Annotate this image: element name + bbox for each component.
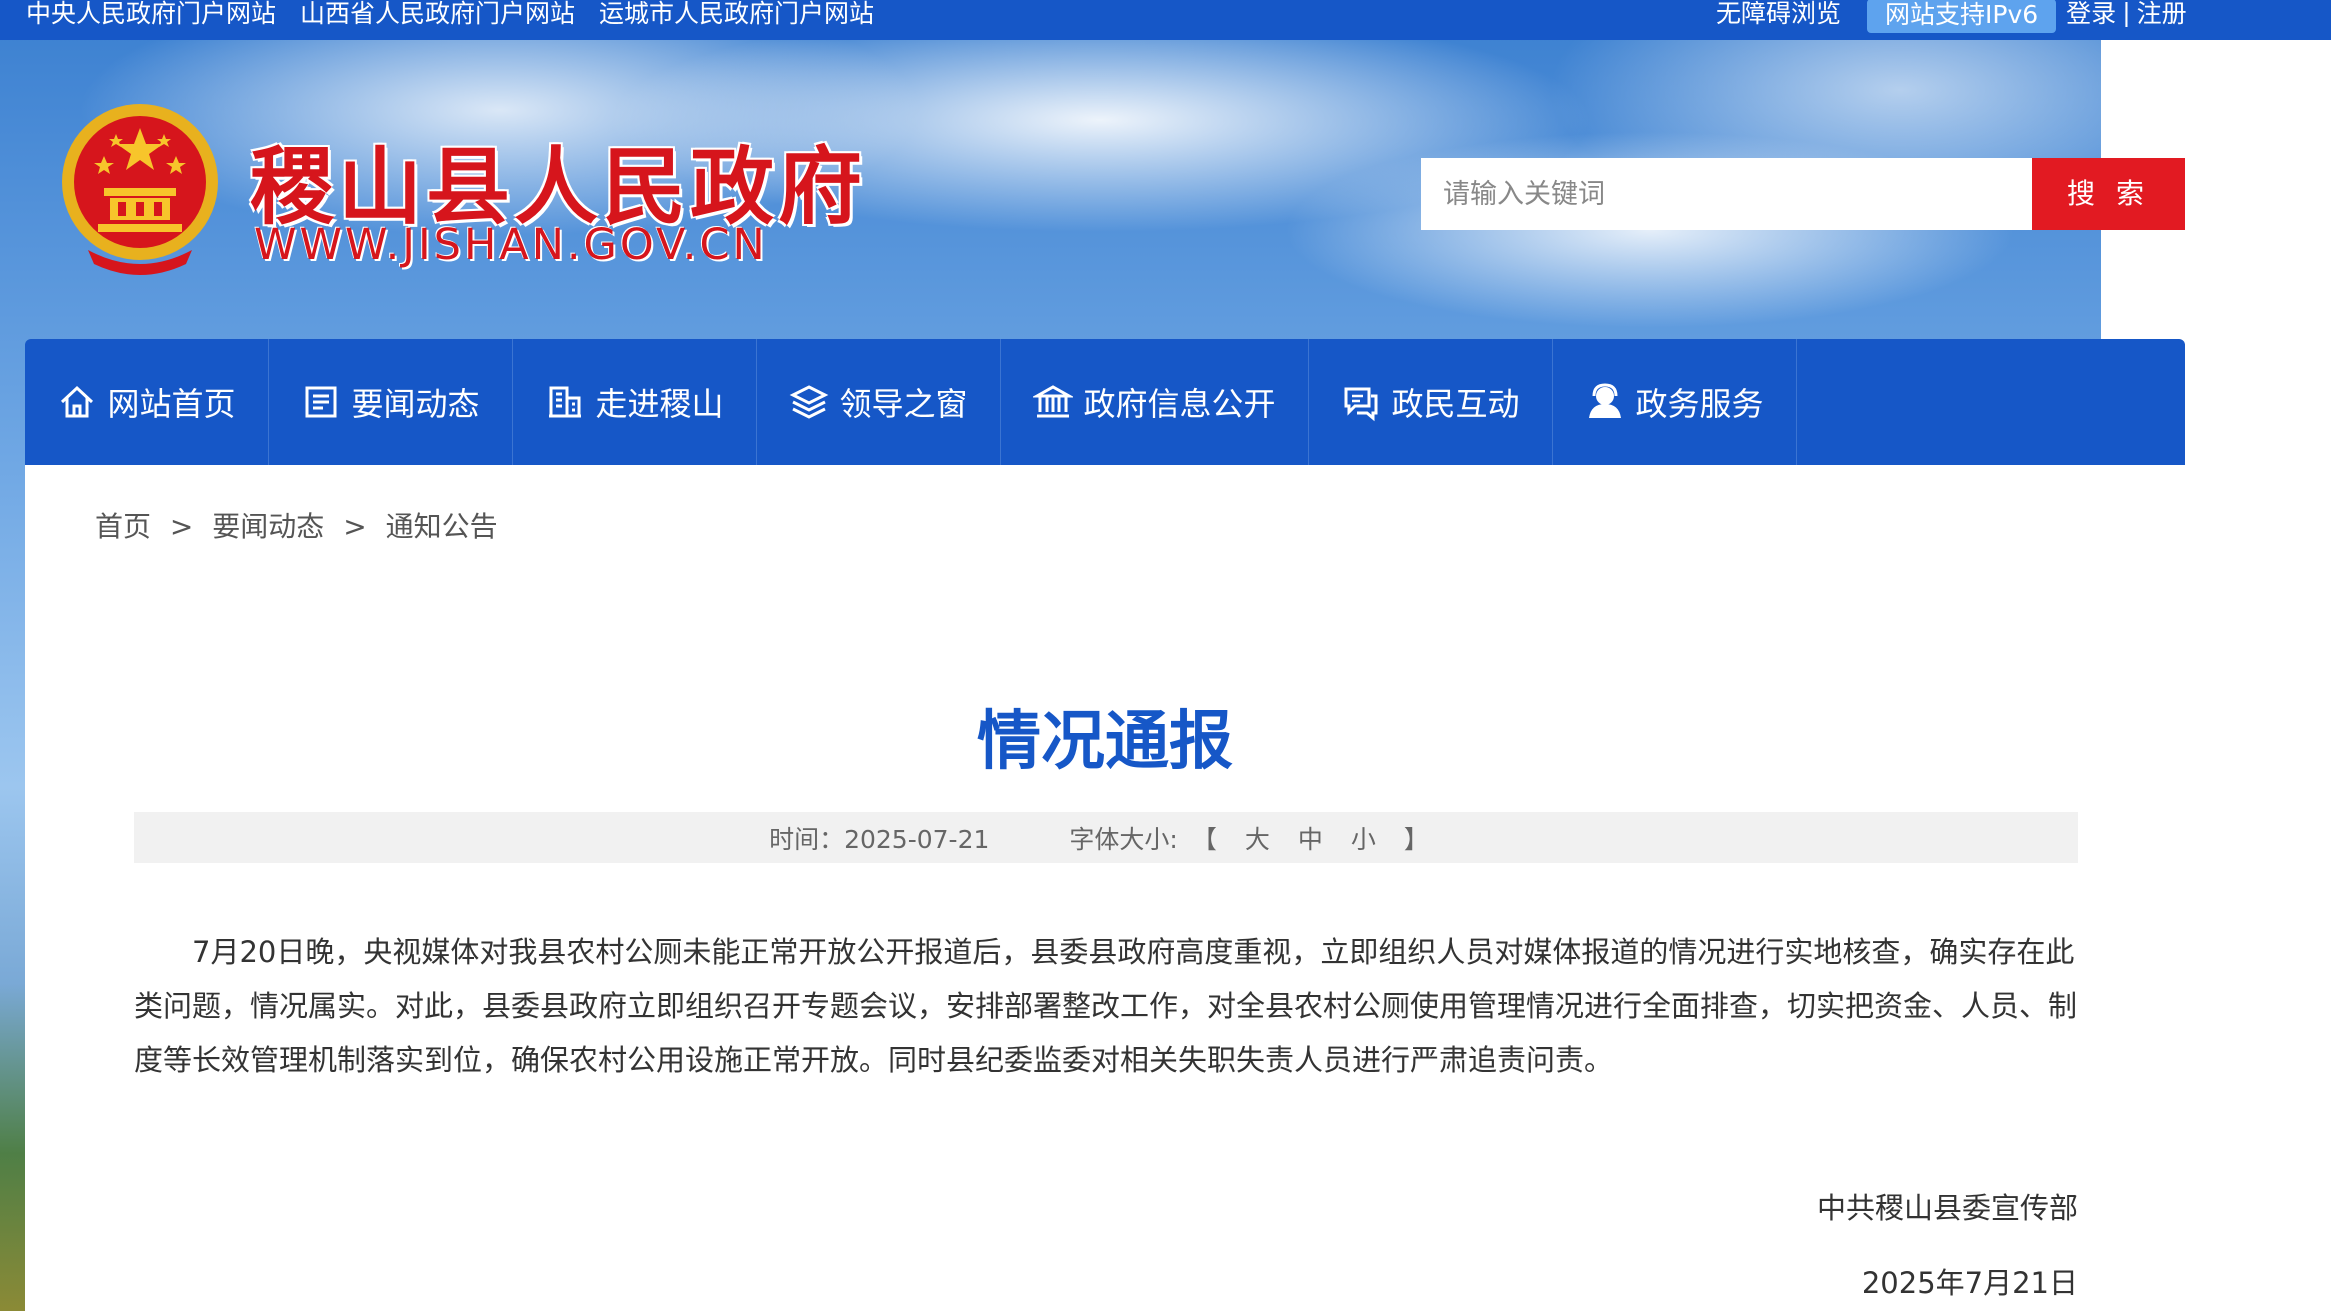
publish-time: 时间：2025-07-21 bbox=[769, 824, 990, 854]
content-panel: 首页 > 要闻动态 > 通知公告 情况通报 时间：2025-07-21 字体大小… bbox=[25, 465, 2185, 1311]
breadcrumb-separator: > bbox=[169, 510, 194, 543]
top-link-shanxi[interactable]: 山西省人民政府门户网站 bbox=[300, 0, 575, 30]
top-links: 中央人民政府门户网站 山西省人民政府门户网站 运城市人民政府门户网站 bbox=[26, 0, 874, 30]
nav-item-interaction[interactable]: 政民互动 bbox=[1309, 339, 1553, 465]
news-icon bbox=[305, 386, 337, 418]
main-nav: 网站首页 要闻动态 走进稷山 领导之窗 政府信息公开 政民互动 政务服务 bbox=[25, 339, 2185, 465]
breadcrumb-home[interactable]: 首页 bbox=[95, 510, 151, 543]
top-bar: 中央人民政府门户网站 山西省人民政府门户网站 运城市人民政府门户网站 无障碍浏览… bbox=[0, 0, 2331, 40]
national-emblem-icon bbox=[62, 104, 218, 275]
top-right-tools: 无障碍浏览 网站支持IPv6 登录 | 注册 bbox=[1716, 0, 2187, 33]
building-icon bbox=[549, 386, 582, 418]
nav-label: 政民互动 bbox=[1391, 385, 1520, 423]
accessibility-link[interactable]: 无障碍浏览 bbox=[1716, 0, 1841, 30]
nav-item-about[interactable]: 走进稷山 bbox=[513, 339, 757, 465]
nav-label: 政务服务 bbox=[1635, 385, 1764, 423]
ipv6-badge: 网站支持IPv6 bbox=[1867, 0, 2057, 33]
chat-icon bbox=[1344, 387, 1378, 422]
login-link[interactable]: 登录 bbox=[2066, 0, 2116, 30]
signature-organization: 中共稷山县委宣传部 bbox=[1816, 1191, 2078, 1225]
nav-item-leaders[interactable]: 领导之窗 bbox=[757, 339, 1001, 465]
signature-date: 2025年7月21日 bbox=[1861, 1266, 2078, 1300]
breadcrumb-separator: > bbox=[343, 510, 367, 543]
font-size-large-button[interactable]: 大 bbox=[1245, 820, 1270, 856]
article-title: 情况通报 bbox=[977, 705, 1233, 779]
site-url: WWW.JISHAN.GOV.CN bbox=[254, 220, 768, 270]
user-service-icon bbox=[1589, 383, 1622, 418]
nav-label: 政府信息公开 bbox=[1083, 385, 1276, 423]
top-link-central[interactable]: 中央人民政府门户网站 bbox=[26, 0, 276, 30]
font-size-bracket-close: 】 bbox=[1403, 824, 1429, 854]
top-link-yuncheng[interactable]: 运城市人民政府门户网站 bbox=[599, 0, 874, 30]
home-icon bbox=[61, 385, 94, 418]
breadcrumb: 首页 > 要闻动态 > 通知公告 bbox=[95, 505, 498, 545]
register-link[interactable]: 注册 bbox=[2137, 0, 2187, 30]
nav-label: 走进稷山 bbox=[595, 385, 724, 423]
font-size-label: 字体大小: bbox=[1069, 824, 1178, 854]
login-divider: | bbox=[2122, 0, 2131, 27]
nav-item-gov-info[interactable]: 政府信息公开 bbox=[1001, 339, 1309, 465]
breadcrumb-notices[interactable]: 通知公告 bbox=[386, 510, 498, 543]
government-icon bbox=[1033, 385, 1074, 418]
breadcrumb-news[interactable]: 要闻动态 bbox=[212, 510, 324, 543]
nav-label: 要闻动态 bbox=[351, 385, 480, 423]
font-size-small-button[interactable]: 小 bbox=[1351, 820, 1376, 856]
article-meta: 时间：2025-07-21 字体大小: 【 大 中 小 】 bbox=[134, 812, 2078, 863]
layers-icon bbox=[790, 385, 829, 419]
font-size-bracket-open: 【 bbox=[1191, 824, 1217, 854]
search-button[interactable]: 搜 索 bbox=[2032, 158, 2185, 230]
nav-item-services[interactable]: 政务服务 bbox=[1553, 339, 1797, 465]
article-body: 7月20日晚，央视媒体对我县农村公厕未能正常开放公开报道后，县委县政府高度重视，… bbox=[134, 935, 2078, 1077]
nav-label: 网站首页 bbox=[107, 385, 236, 423]
search-input[interactable] bbox=[1421, 158, 2032, 230]
nav-item-news[interactable]: 要闻动态 bbox=[269, 339, 513, 465]
nav-item-home[interactable]: 网站首页 bbox=[25, 339, 269, 465]
font-size-medium-button[interactable]: 中 bbox=[1298, 820, 1323, 856]
nav-label: 领导之窗 bbox=[839, 385, 968, 423]
